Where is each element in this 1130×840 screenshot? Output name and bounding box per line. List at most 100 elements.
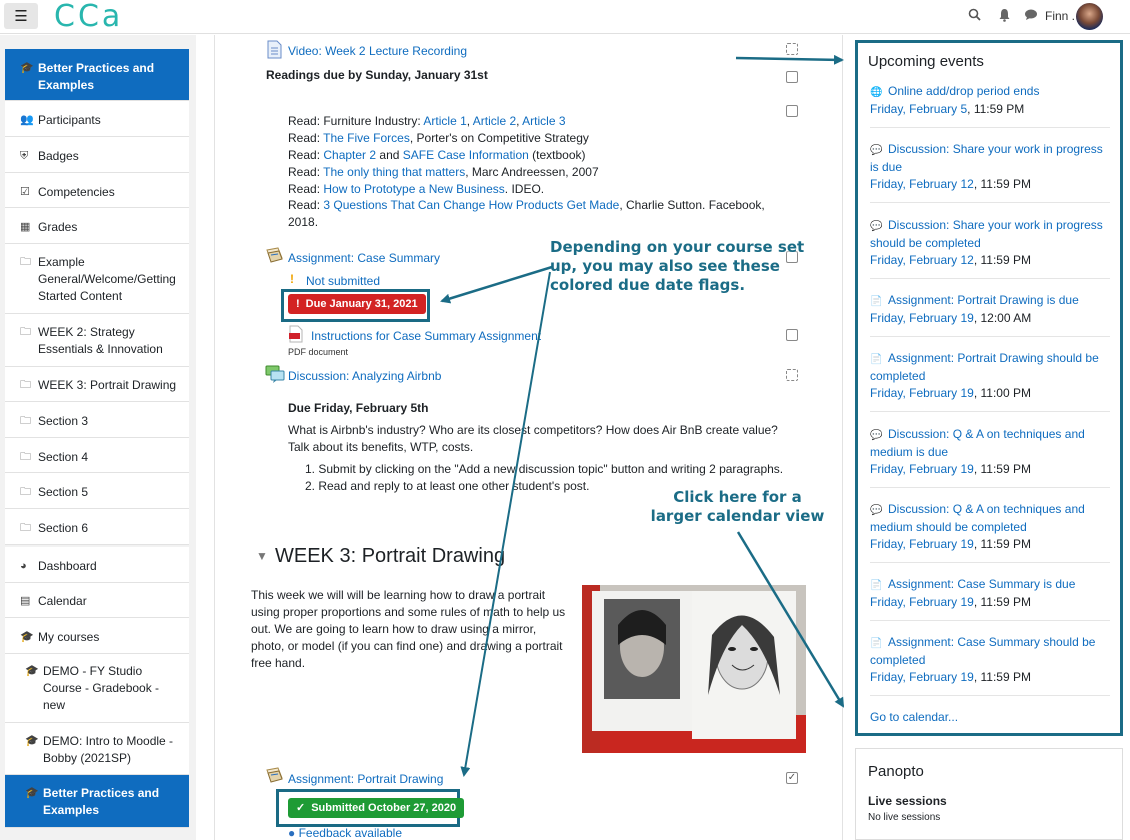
nav-label: Better Practices and Examples xyxy=(38,61,155,92)
reading-text: Read: xyxy=(288,182,324,196)
nav-item-dashboard[interactable]: ◕ Dashboard xyxy=(5,547,189,583)
nav-item-course-demo-fy[interactable]: 🎓 DEMO - FY Studio Course - Gradebook - n… xyxy=(5,654,189,723)
completion-checkbox-checked[interactable]: ✓ xyxy=(786,772,798,784)
nav-item-section6[interactable]: 🗀 Section 6 xyxy=(5,509,189,545)
user-name[interactable]: Finn . xyxy=(1045,9,1075,23)
event-link[interactable]: Online add/drop period ends xyxy=(888,84,1039,98)
event-date-link[interactable]: Friday, February 19 xyxy=(870,386,974,400)
only-thing-link[interactable]: The only thing that matters xyxy=(323,165,465,179)
event-date-link[interactable]: Friday, February 12 xyxy=(870,177,974,191)
top-navbar: ☰ CCa Finn . xyxy=(0,0,1130,34)
portrait-drawing-assignment-link[interactable]: Assignment: Portrait Drawing xyxy=(288,772,443,786)
event-link[interactable]: Discussion: Share your work in progress … xyxy=(870,218,1103,250)
site-logo[interactable]: CCa xyxy=(54,0,123,34)
users-icon: 👥 xyxy=(20,114,34,126)
nav-item-section5[interactable]: 🗀 Section 5 xyxy=(5,473,189,509)
reading-line: Read: 3 Questions That Can Change How Pr… xyxy=(288,197,765,214)
pdf-icon xyxy=(288,325,304,346)
video-week2-link[interactable]: Video: Week 2 Lecture Recording xyxy=(288,44,467,58)
three-questions-link[interactable]: 3 Questions That Can Change How Products… xyxy=(323,198,619,212)
completion-checkbox[interactable] xyxy=(786,369,798,381)
nav-item-participants[interactable]: 👥 Participants xyxy=(5,101,189,137)
nav-label: Section 4 xyxy=(38,450,89,464)
article2-link[interactable]: Article 2 xyxy=(473,114,516,128)
reading-line: 2018. xyxy=(288,215,319,229)
discussion-airbnb-link[interactable]: Discussion: Analyzing Airbnb xyxy=(288,369,441,383)
arrow-to-events xyxy=(735,54,844,65)
article1-link[interactable]: Article 1 xyxy=(423,114,466,128)
prototype-link[interactable]: How to Prototype a New Business xyxy=(323,182,504,196)
step-1: 1. Submit by clicking on the "Add a new … xyxy=(305,462,784,476)
event-date-link[interactable]: Friday, February 19 xyxy=(870,595,974,609)
completion-checkbox[interactable] xyxy=(786,329,798,341)
event-date-link[interactable]: Friday, February 5 xyxy=(870,102,967,116)
chat-icon[interactable] xyxy=(1024,8,1038,24)
nav-item-course-better-practices[interactable]: 🎓 Better Practices and Examples xyxy=(5,775,189,828)
nav-item-general-section[interactable]: 🗀 Example General/Welcome/Getting Started… xyxy=(5,244,189,314)
event-link[interactable]: Assignment: Case Summary should be compl… xyxy=(870,635,1095,667)
nav-item-calendar[interactable]: ▤ Calendar xyxy=(5,583,189,618)
nav-item-my-courses[interactable]: 🎓 My courses xyxy=(5,618,189,654)
nav-item-competencies[interactable]: ☑ Competencies xyxy=(5,173,189,208)
bell-icon[interactable] xyxy=(998,8,1011,25)
collapse-triangle-icon[interactable]: ▼ xyxy=(256,549,268,563)
folder-icon: 🗀 xyxy=(20,256,31,268)
safe-case-link[interactable]: SAFE Case Information xyxy=(403,148,529,162)
nav-item-grades[interactable]: ▦ Grades xyxy=(5,208,189,244)
event-time: , 11:00 PM xyxy=(973,386,1031,400)
event-link[interactable]: Assignment: Case Summary is due xyxy=(888,577,1075,591)
check-icon: ✓ xyxy=(296,802,306,814)
event-date-link[interactable]: Friday, February 19 xyxy=(870,670,974,684)
search-icon[interactable] xyxy=(968,8,981,24)
nav-item-section3[interactable]: 🗀 Section 3 xyxy=(5,402,189,438)
event-date-link[interactable]: Friday, February 19 xyxy=(870,311,974,325)
article3-link[interactable]: Article 3 xyxy=(522,114,565,128)
completion-checkbox[interactable] xyxy=(786,43,798,55)
menu-toggle-button[interactable]: ☰ xyxy=(4,3,38,29)
exclamation-icon: ! xyxy=(296,298,300,310)
reading-text: . IDEO. xyxy=(504,182,545,196)
avatar[interactable] xyxy=(1076,3,1103,30)
case-summary-assignment-link[interactable]: Assignment: Case Summary xyxy=(288,251,440,265)
reading-text: and xyxy=(376,148,403,162)
completion-checkbox[interactable] xyxy=(786,105,798,117)
nav-label: DEMO: Intro to Moodle - Bobby (2021SP) xyxy=(43,734,174,765)
portrait-photo xyxy=(582,585,806,753)
event-link[interactable]: Assignment: Portrait Drawing should be c… xyxy=(870,351,1099,383)
chapter2-link[interactable]: Chapter 2 xyxy=(323,148,376,162)
globe-icon: 🌐 xyxy=(870,87,883,98)
not-submitted-link[interactable]: Not submitted xyxy=(306,274,380,288)
left-drawer: 🎓 Better Practices and Examples 👥 Particip… xyxy=(0,35,196,840)
instructions-pdf-link[interactable]: Instructions for Case Summary Assignment xyxy=(311,329,541,343)
divider xyxy=(870,278,1110,279)
event-date-link[interactable]: Friday, February 19 xyxy=(870,462,974,476)
graduation-cap-icon: 🎓 xyxy=(25,787,39,799)
event-time: , 11:59 PM xyxy=(973,537,1031,551)
event-item: 💬 Discussion: Share your work in progress… xyxy=(870,141,1110,193)
event-link[interactable]: Discussion: Q & A on techniques and medi… xyxy=(870,427,1085,459)
nav-item-section4[interactable]: 🗀 Section 4 xyxy=(5,438,189,473)
completion-checkbox[interactable] xyxy=(786,71,798,83)
graduation-cap-icon: 🎓 xyxy=(20,631,34,643)
event-link[interactable]: Discussion: Q & A on techniques and medi… xyxy=(870,502,1085,534)
feedback-available-link[interactable]: ● Feedback available xyxy=(288,826,402,840)
event-item: 📄 Assignment: Portrait Drawing should be … xyxy=(870,350,1110,402)
nav-item-badges[interactable]: ⛨ Badges xyxy=(5,137,189,173)
divider xyxy=(870,695,1110,696)
event-link[interactable]: Discussion: Share your work in progress … xyxy=(870,142,1103,174)
upcoming-events-title: Upcoming events xyxy=(868,53,984,70)
event-time: , 12:00 AM xyxy=(973,311,1032,325)
upcoming-events-block: Upcoming events 🌐 Online add/drop period … xyxy=(855,40,1123,736)
event-date-link[interactable]: Friday, February 12 xyxy=(870,253,974,267)
nav-item-week2[interactable]: 🗀 WEEK 2: Strategy Essentials & Innovatio… xyxy=(5,314,189,367)
nav-item-course-home[interactable]: 🎓 Better Practices and Examples xyxy=(5,49,189,101)
five-forces-link[interactable]: The Five Forces xyxy=(323,131,410,145)
nav-item-week3[interactable]: 🗀 WEEK 3: Portrait Drawing xyxy=(5,367,189,402)
flag-text: Due January 31, 2021 xyxy=(305,298,418,310)
readings-heading: Readings due by Sunday, January 31st xyxy=(266,68,488,82)
go-to-calendar-link[interactable]: Go to calendar... xyxy=(870,709,1110,726)
event-link[interactable]: Assignment: Portrait Drawing is due xyxy=(888,293,1079,307)
nav-item-course-demo-moodle[interactable]: 🎓 DEMO: Intro to Moodle - Bobby (2021SP) xyxy=(5,723,189,775)
event-date-link[interactable]: Friday, February 19 xyxy=(870,537,974,551)
week3-section-title: WEEK 3: Portrait Drawing xyxy=(275,545,506,567)
